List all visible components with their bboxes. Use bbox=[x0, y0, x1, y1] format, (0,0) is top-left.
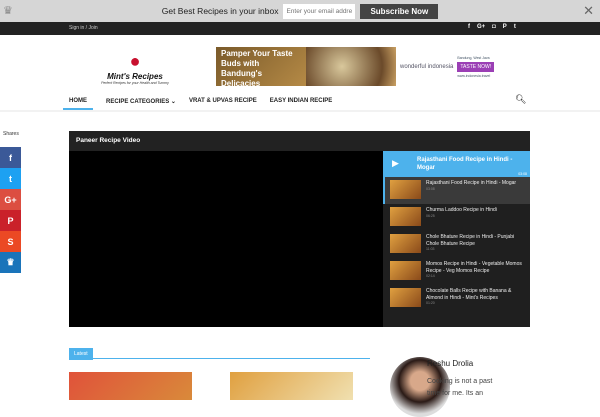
video-duration: 01:20 bbox=[426, 301, 435, 305]
logo-tagline: Perfect Recipes for your Health and Tumm… bbox=[101, 81, 169, 85]
subscribe-bar: ♛ Get Best Recipes in your inbox Subscri… bbox=[0, 0, 600, 22]
share-pinterest-icon[interactable]: P bbox=[0, 210, 21, 231]
video-thumbnail bbox=[390, 207, 421, 226]
ad-banner[interactable]: Pamper Your Taste Buds with Bandung's De… bbox=[216, 47, 530, 88]
share-google-icon[interactable]: G+ bbox=[0, 189, 21, 210]
nav-divider bbox=[0, 110, 600, 112]
ad-image bbox=[306, 47, 396, 86]
video-duration: 02:14 bbox=[426, 274, 435, 278]
twitter-icon[interactable]: t bbox=[514, 24, 516, 30]
share-twitter-icon[interactable]: t bbox=[0, 168, 21, 189]
subscribe-text: Get Best Recipes in your inbox bbox=[161, 6, 279, 16]
player-title: Paneer Recipe Video bbox=[69, 131, 530, 151]
playlist-item[interactable]: Momos Recipe in Hindi - Vegetable Momos … bbox=[383, 258, 530, 285]
post-thumbnail[interactable] bbox=[69, 372, 192, 400]
instagram-icon[interactable]: ◘ bbox=[492, 24, 496, 30]
video-duration: 03:08 bbox=[426, 186, 435, 191]
video-title: Momos Recipe in Hindi - Vegetable Momos … bbox=[426, 261, 522, 274]
nav-home[interactable]: HOME bbox=[63, 92, 93, 110]
video-thumbnail bbox=[390, 288, 421, 307]
ad-location: Bandung, West Java bbox=[457, 55, 490, 60]
site-logo[interactable]: ● Mint's Recipes Perfect Recipes for you… bbox=[90, 50, 180, 85]
pinterest-icon[interactable]: P bbox=[503, 24, 507, 30]
now-playing-duration: 03:08 bbox=[518, 172, 527, 176]
nav-recipe-categories[interactable]: RECIPE CATEGORIES ⌄ bbox=[106, 98, 176, 105]
apple-logo-icon: ● bbox=[129, 51, 141, 71]
post-thumbnail[interactable] bbox=[230, 372, 353, 400]
author-bio: Cooking is not a past time for me. Its a… bbox=[427, 378, 493, 397]
facebook-icon[interactable]: f bbox=[468, 24, 470, 30]
signin-link[interactable]: Sign in / Join bbox=[69, 25, 98, 31]
video-playlist: ▶ Rajasthani Food Recipe in Hindi - Moga… bbox=[383, 151, 530, 327]
ad-brand: wonderful indonesia bbox=[400, 63, 454, 70]
latest-divider bbox=[69, 358, 370, 359]
ad-headline: Pamper Your Taste Buds with Bandung's De… bbox=[216, 47, 306, 88]
video-player[interactable]: Paneer Recipe Video ▶ Rajasthani Food Re… bbox=[69, 131, 530, 327]
close-icon[interactable]: ✕ bbox=[583, 3, 594, 19]
video-thumbnail bbox=[390, 180, 421, 199]
ad-url: www.indonesia.travel bbox=[457, 73, 491, 78]
share-sumo-icon[interactable]: ♛ bbox=[0, 252, 21, 273]
top-bar: Sign in / Join f G+ ◘ P t bbox=[0, 22, 600, 35]
google-plus-icon[interactable]: G+ bbox=[477, 24, 485, 30]
playlist-item[interactable]: Rajasthani Food Recipe in Hindi - Mogar 0… bbox=[383, 177, 530, 204]
video-title: Rajasthani Food Recipe in Hindi - Mogar bbox=[426, 180, 517, 186]
social-icons: f G+ ◘ P t bbox=[468, 24, 516, 30]
playlist-item[interactable]: Chocolate Balls Recipe with Banana & Alm… bbox=[383, 285, 530, 312]
shares-label: Shares bbox=[3, 131, 19, 137]
video-title: Churma Laddoo Recipe in Hindi bbox=[426, 207, 497, 213]
share-stumbleupon-icon[interactable]: S bbox=[0, 231, 21, 252]
author-name: Reshu Drolia bbox=[427, 359, 474, 368]
main-nav: HOME RECIPE CATEGORIES ⌄ VRAT & UPVAS RE… bbox=[63, 92, 333, 110]
subscribe-button[interactable]: Subscribe Now bbox=[360, 3, 439, 19]
logo-name: Mint's Recipes bbox=[107, 72, 163, 81]
now-playing-title: Rajasthani Food Recipe in Hindi - Mogar bbox=[417, 157, 513, 171]
now-playing[interactable]: ▶ Rajasthani Food Recipe in Hindi - Moga… bbox=[383, 151, 530, 177]
email-input[interactable] bbox=[283, 3, 356, 19]
ad-cta[interactable]: TASTE NOW! bbox=[457, 61, 495, 72]
video-duration: 06:25 bbox=[426, 213, 435, 218]
playlist-item[interactable]: Churma Laddoo Recipe in Hindi 06:25 bbox=[383, 204, 530, 231]
video-duration: 11:03 bbox=[426, 247, 435, 251]
video-title: Chole Bhature Recipe in Hindi - Punjabi … bbox=[426, 234, 515, 247]
share-facebook-icon[interactable]: f bbox=[0, 147, 21, 168]
search-icon[interactable]: 🔍︎ bbox=[515, 94, 526, 105]
nav-easy-indian[interactable]: EASY INDIAN RECIPE bbox=[270, 98, 333, 104]
play-icon[interactable]: ▶ bbox=[392, 158, 399, 169]
nav-vrat-upvas[interactable]: VRAT & UPVAS RECIPE bbox=[189, 98, 257, 104]
video-thumbnail bbox=[390, 261, 421, 280]
crown-icon: ♛ bbox=[3, 5, 13, 17]
playlist-item[interactable]: Chole Bhature Recipe in Hindi - Punjabi … bbox=[383, 231, 530, 258]
video-title: Chocolate Balls Recipe with Banana & Alm… bbox=[426, 288, 512, 301]
video-thumbnail bbox=[390, 234, 421, 253]
